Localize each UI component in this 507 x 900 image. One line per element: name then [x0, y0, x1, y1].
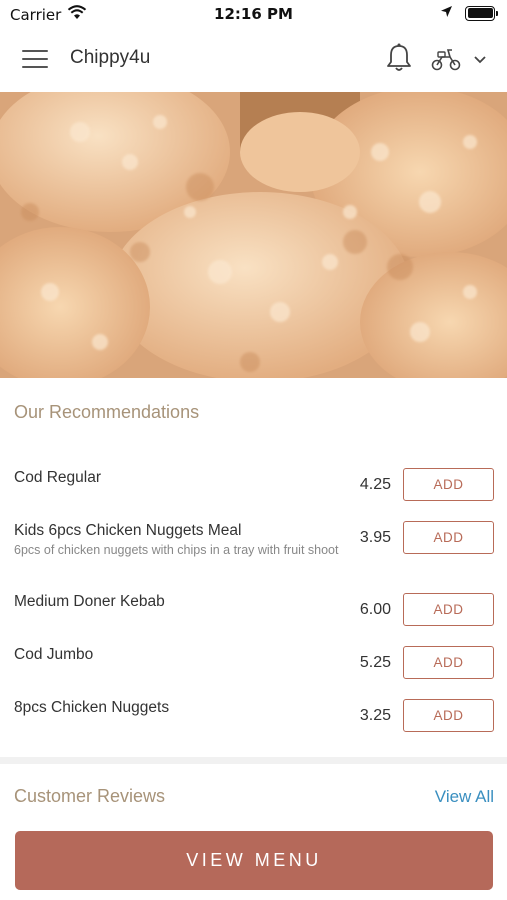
item-description: 6pcs of chicken nuggets with chips in a …	[14, 543, 339, 557]
view-all-link[interactable]: View All	[435, 787, 494, 807]
item-name: 8pcs Chicken Nuggets	[14, 699, 170, 716]
add-button[interactable]: ADD	[403, 468, 494, 501]
item-price: 3.95	[359, 529, 391, 546]
add-button[interactable]: ADD	[403, 699, 494, 732]
item-price: 3.25	[359, 707, 391, 724]
chevron-down-icon[interactable]	[472, 52, 488, 66]
scooter-icon[interactable]	[430, 46, 462, 72]
status-bar: Carrier 12:16 PM	[0, 0, 507, 28]
item-name: Cod Regular	[14, 469, 102, 486]
location-arrow-icon	[440, 4, 453, 22]
add-button[interactable]: ADD	[403, 646, 494, 679]
battery-icon	[465, 5, 498, 21]
item-name: Kids 6pcs Chicken Nuggets Meal	[14, 522, 242, 539]
add-button[interactable]: ADD	[403, 521, 494, 554]
status-time: 12:16 PM	[214, 5, 293, 23]
status-right	[440, 4, 498, 22]
bell-icon[interactable]	[385, 42, 413, 74]
item-price: 5.25	[359, 654, 391, 671]
view-menu-button[interactable]: VIEW MENU	[15, 831, 493, 890]
item-name: Medium Doner Kebab	[14, 593, 165, 610]
item-name: Cod Jumbo	[14, 646, 94, 663]
item-price: 6.00	[359, 601, 391, 618]
hamburger-menu-icon[interactable]	[22, 50, 48, 70]
add-button[interactable]: ADD	[403, 593, 494, 626]
app-title: Chippy4u	[70, 47, 151, 68]
reviews-title: Customer Reviews	[14, 786, 166, 806]
app-header: Chippy4u	[0, 28, 507, 92]
hero-image	[0, 92, 507, 378]
recommendations-title: Our Recommendations	[14, 402, 200, 422]
item-price: 4.25	[359, 476, 391, 493]
section-divider	[0, 757, 507, 764]
